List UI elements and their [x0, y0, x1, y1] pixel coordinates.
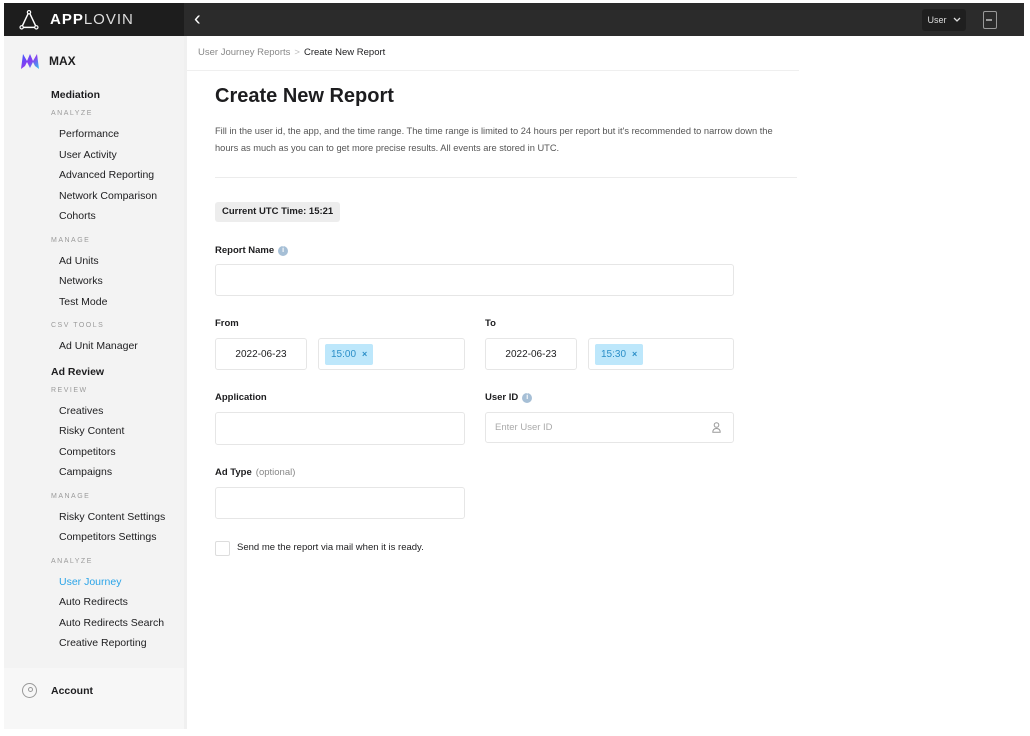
group-gap	[4, 227, 184, 231]
sidebar-group-heading: MANAGE	[51, 236, 91, 244]
from-time-tag: 15:00 ×	[325, 344, 374, 365]
breadcrumb-parent-link[interactable]: User Journey Reports	[198, 47, 290, 58]
user-id-placeholder: Enter User ID	[495, 422, 553, 433]
ad-type-label: Ad Type (optional)	[215, 467, 295, 478]
sidebar-item-campaigns[interactable]: Campaigns	[4, 462, 184, 483]
sidebar-item-risky-content[interactable]: Risky Content	[4, 421, 184, 442]
application-label: Application	[215, 392, 267, 403]
ad-type-label-text: Ad Type	[215, 467, 252, 478]
info-icon[interactable]: i	[278, 245, 289, 256]
sidebar-item-cohorts[interactable]: Cohorts	[4, 206, 184, 227]
sidebar-item-user-activity[interactable]: User Activity	[4, 145, 184, 166]
sidebar-nav: Mediation ANALYZE Performance User Activity…	[4, 86, 184, 654]
from-label-text: From	[215, 318, 239, 329]
report-name-label: Report Name i	[215, 245, 289, 256]
from-time-select[interactable]: 15:00 ×	[318, 338, 465, 370]
app-window: APPLOVIN ‹ User MAX Mediation ANALYZE Perf…	[4, 3, 1024, 729]
from-label: From	[215, 318, 239, 329]
group-gap	[4, 483, 184, 487]
sidebar-item-creatives[interactable]: Creatives	[4, 401, 184, 422]
sidebar-item-auto-redirects[interactable]: Auto Redirects	[4, 592, 184, 613]
user-id-label-text: User ID	[485, 392, 519, 403]
sidebar-item-auto-redirects-search[interactable]: Auto Redirects Search	[4, 613, 184, 634]
remove-tag-icon[interactable]: ×	[632, 349, 637, 359]
sidebar-divider	[184, 36, 187, 729]
sidebar-footer	[4, 668, 184, 729]
sidebar-group-heading: REVIEW	[51, 386, 88, 394]
user-id-label: User ID i	[485, 392, 533, 403]
sidebar-item-performance[interactable]: Performance	[4, 124, 184, 145]
max-label: MAX	[49, 54, 76, 68]
info-icon[interactable]: i	[522, 392, 533, 403]
to-label: To	[485, 318, 496, 329]
terminal-icon[interactable]	[983, 11, 997, 29]
brand-name: APPLOVIN	[50, 11, 134, 28]
person-icon	[712, 422, 721, 433]
sidebar-item-network-comparison[interactable]: Network Comparison	[4, 186, 184, 207]
sidebar-item-creative-reporting[interactable]: Creative Reporting	[4, 633, 184, 654]
chevron-left-icon: ‹	[194, 8, 201, 30]
from-date-value: 2022-06-23	[235, 348, 287, 360]
sidebar-item-networks[interactable]: Networks	[4, 271, 184, 292]
breadcrumb-divider	[187, 70, 799, 71]
sidebar-item-ad-units[interactable]: Ad Units	[4, 251, 184, 272]
back-button[interactable]: ‹	[194, 9, 201, 29]
user-menu-dropdown[interactable]: User	[922, 9, 966, 31]
max-logo-icon	[21, 54, 39, 69]
user-menu-label: User	[927, 15, 947, 25]
section-divider	[215, 177, 797, 178]
report-name-input[interactable]	[215, 264, 734, 296]
sidebar-item-competitors[interactable]: Competitors	[4, 442, 184, 463]
brand-logo[interactable]: APPLOVIN	[4, 3, 184, 36]
to-date-value: 2022-06-23	[505, 348, 557, 360]
user-id-input[interactable]: Enter User ID	[485, 412, 734, 443]
ad-type-select[interactable]	[215, 487, 465, 519]
top-bar: APPLOVIN ‹ User	[4, 3, 1024, 36]
optional-hint: (optional)	[255, 467, 296, 478]
sidebar-item-test-mode[interactable]: Test Mode	[4, 292, 184, 313]
breadcrumb-current: Create New Report	[303, 47, 386, 58]
send-mail-checkbox[interactable]	[215, 541, 230, 556]
sidebar-section-mediation[interactable]: Mediation	[4, 86, 184, 104]
max-product-header[interactable]: MAX	[20, 52, 76, 70]
breadcrumb: User Journey Reports > Create New Report	[198, 47, 385, 58]
to-time-value: 15:30	[601, 349, 627, 360]
account-label: Account	[51, 684, 93, 697]
group-gap	[4, 312, 184, 316]
sidebar-item-competitors-settings[interactable]: Competitors Settings	[4, 527, 184, 548]
sidebar-item-user-journey[interactable]: User Journey	[4, 572, 184, 593]
sidebar-group-heading: ANALYZE	[51, 110, 93, 117]
breadcrumb-separator-icon: >	[294, 47, 300, 58]
sidebar-item-risky-content-settings[interactable]: Risky Content Settings	[4, 507, 184, 528]
sidebar-item-ad-unit-manager[interactable]: Ad Unit Manager	[4, 336, 184, 357]
application-select[interactable]	[215, 412, 465, 445]
sidebar-group-heading: CSV TOOLS	[51, 322, 105, 329]
send-mail-label[interactable]: Send me the report via mail when it is r…	[237, 542, 424, 553]
page-title: Create New Report	[215, 85, 394, 107]
application-label-text: Application	[215, 392, 267, 403]
to-date-input[interactable]: 2022-06-23	[485, 338, 577, 370]
current-utc-time-badge: Current UTC Time: 15:21	[215, 202, 341, 222]
report-name-label-text: Report Name	[215, 245, 275, 256]
account-icon	[22, 683, 37, 698]
sidebar: MAX Mediation ANALYZE Performance User Acti…	[4, 36, 184, 729]
from-date-input[interactable]: 2022-06-23	[215, 338, 307, 370]
to-label-text: To	[485, 318, 496, 329]
from-time-value: 15:00	[331, 349, 357, 360]
remove-tag-icon[interactable]: ×	[362, 349, 367, 359]
sidebar-group-heading: MANAGE	[51, 492, 91, 500]
sidebar-item-advanced-reporting[interactable]: Advanced Reporting	[4, 165, 184, 186]
to-time-tag: 15:30 ×	[595, 344, 644, 365]
page-description: Fill in the user id, the app, and the ti…	[215, 126, 773, 153]
sidebar-section-ad-review[interactable]: Ad Review	[4, 363, 184, 381]
applovin-logo-icon	[19, 9, 39, 30]
chevron-down-icon	[953, 17, 960, 22]
sidebar-group-heading: ANALYZE	[51, 557, 93, 565]
to-time-select[interactable]: 15:30 ×	[588, 338, 734, 370]
group-gap	[4, 548, 184, 552]
account-link[interactable]: Account	[22, 683, 93, 698]
